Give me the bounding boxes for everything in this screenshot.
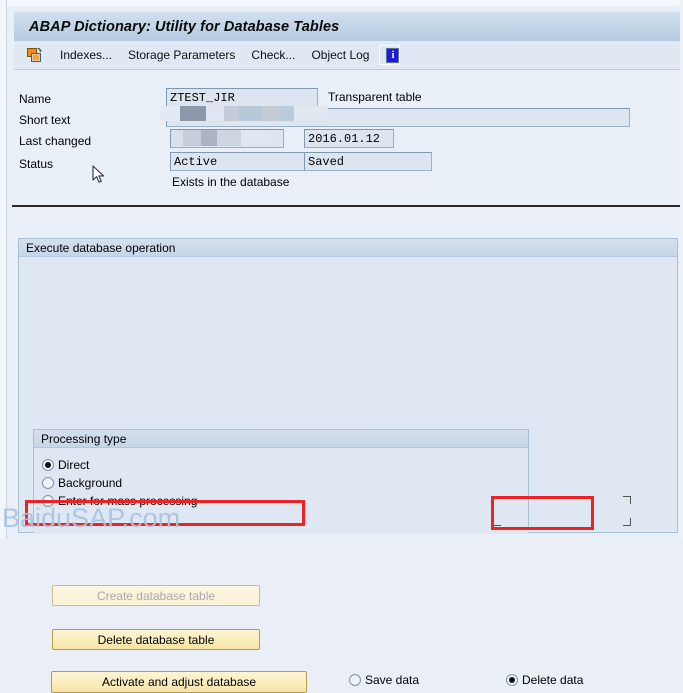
info-icon-button[interactable]: i [379,45,401,65]
radio-processing-background[interactable]: Background [42,474,528,492]
toolbar-item-object-log[interactable]: Object Log [305,47,375,64]
exists-in-database-text: Exists in the database [172,175,290,189]
section-divider [12,205,680,207]
execute-group-body: Processing type Direct Background Enter … [19,257,677,693]
page-title: ABAP Dictionary: Utility for Database Ta… [29,18,340,35]
application-toolbar: Indexes... Storage Parameters Check... O… [14,41,680,70]
main-content: Name ZTEST_JIR Transparent table Short t… [8,70,680,693]
status-label: Status [19,156,54,171]
radio-delete-data[interactable]: Delete data [506,671,583,689]
name-input[interactable]: ZTEST_JIR [166,88,318,107]
radio-indicator-mass [42,495,54,507]
info-icon: i [386,47,400,63]
execute-group-title: Execute database operation [19,239,677,257]
radio-processing-direct[interactable]: Direct [42,456,528,474]
create-database-table-button[interactable]: Create database table [52,585,260,606]
processing-type-body: Direct Background Enter for mass process… [34,448,528,534]
field-row-last-changed: Last changed [19,131,91,150]
field-row-name: Name [19,89,51,108]
processing-type-group: Processing type Direct Background Enter … [33,429,529,534]
activate-and-adjust-database-button[interactable]: Activate and adjust database [51,671,307,693]
status-value-field: Active [170,152,307,171]
sap-gui-window: ABAP Dictionary: Utility for Database Ta… [0,0,683,693]
short-text-label: Short text [19,112,71,127]
window-frame-left [0,0,7,539]
name-label: Name [19,91,52,106]
saved-value-field: Saved [304,152,432,171]
short-text-redaction [160,106,328,121]
field-row-short-text: Short text [19,110,70,129]
field-row-status: Status [19,154,53,173]
window-frame-top [0,0,683,6]
radio-indicator-background [42,477,54,489]
radio-indicator-direct [42,459,54,471]
delete-database-table-button[interactable]: Delete database table [52,629,260,650]
radio-indicator-save-data [349,674,361,686]
window-title-bar: ABAP Dictionary: Utility for Database Ta… [14,11,680,41]
last-changed-date-input[interactable]: 2016.01.12 [304,129,394,148]
indexes-icon[interactable] [24,45,46,65]
toolbar-item-check[interactable]: Check... [245,47,301,64]
toolbar-item-storage-parameters[interactable]: Storage Parameters [122,47,241,64]
processing-type-title: Processing type [34,430,528,448]
table-type-text: Transparent table [328,90,422,104]
radio-indicator-delete-data [506,674,518,686]
last-changed-user-redaction [171,130,271,146]
execute-database-operation-group: Execute database operation Processing ty… [18,238,678,693]
radio-save-data[interactable]: Save data [349,671,419,689]
radio-processing-mass[interactable]: Enter for mass processing [42,492,528,510]
last-changed-label: Last changed [19,133,92,148]
toolbar-item-indexes[interactable]: Indexes... [54,47,118,64]
